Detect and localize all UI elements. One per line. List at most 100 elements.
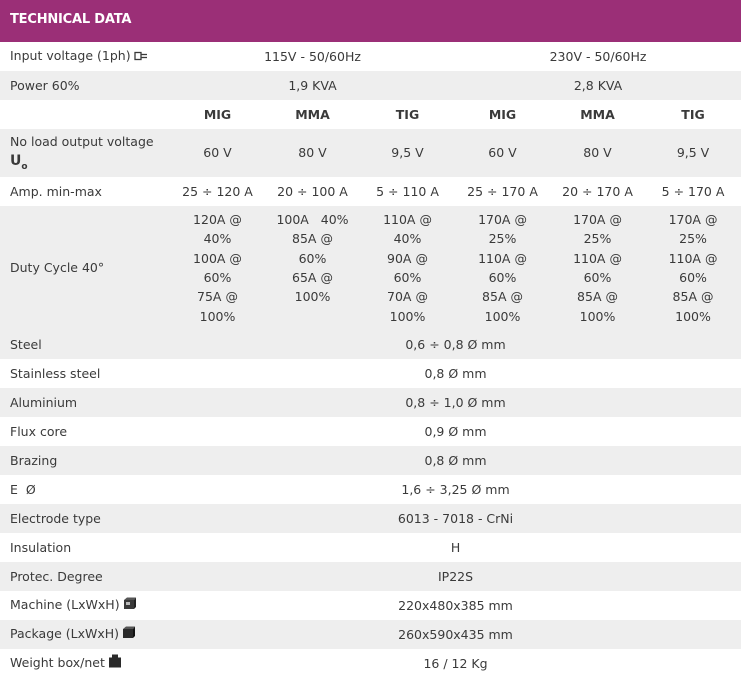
- power-value-1: 1,9 KVA: [288, 77, 337, 93]
- amp-value: 20 ÷ 100 A: [277, 183, 348, 199]
- duty-line: 120A @: [193, 212, 242, 228]
- row-value: 260x590x435 mm: [398, 626, 513, 642]
- row-value: 0,8 Ø mm: [424, 452, 487, 468]
- duty-line: 60%: [393, 270, 422, 285]
- machine-box-icon: [123, 596, 137, 615]
- duty-line: 40%: [393, 231, 422, 247]
- package-dimensions-row: Package (LxWxH) 260x590x435 mm: [0, 620, 741, 649]
- row-value: 220x480x385 mm: [398, 597, 513, 613]
- protection-degree-row: Protec. Degree IP22S: [0, 562, 741, 591]
- duty-line: 60%: [203, 270, 232, 285]
- stainless-steel-row: Stainless steel 0,8 Ø mm: [0, 359, 741, 388]
- row-label: Protec. Degree: [10, 568, 103, 584]
- process-header: TIG: [681, 107, 705, 122]
- row-label: Package (LxWxH): [10, 626, 120, 642]
- electrode-type-row: Electrode type 6013 - 7018 - CrNi: [0, 504, 741, 533]
- plug-icon: [133, 47, 149, 66]
- duty-line: 110A @: [478, 250, 527, 266]
- row-label: Steel: [10, 336, 42, 352]
- no-load-value: 9,5 V: [391, 145, 424, 161]
- duty-line: 60%: [298, 250, 327, 266]
- duty-line: 100%: [294, 289, 331, 305]
- input-voltage-230: 230V - 50/60Hz: [549, 48, 647, 64]
- duty-line: 100%: [199, 308, 236, 324]
- brazing-row: Brazing 0,8 Ø mm: [0, 446, 741, 475]
- duty-cycle-label: Duty Cycle 40°: [10, 260, 105, 276]
- process-header-row: MIG MMA TIG MIG MMA TIG: [0, 100, 741, 129]
- amp-value: 5 ÷ 170 A: [661, 183, 725, 199]
- row-label: Input voltage (1ph): [0, 42, 170, 71]
- steel-row: Steel 0,6 ÷ 0,8 Ø mm: [0, 330, 741, 359]
- duty-line: 65A @: [292, 269, 333, 285]
- duty-line: 110A @: [383, 212, 432, 228]
- process-header: TIG: [395, 107, 420, 122]
- amp-label: Amp. min-max: [10, 183, 102, 199]
- duty-line: 40%: [203, 231, 232, 247]
- input-voltage-115: 115V - 50/60Hz: [264, 48, 361, 64]
- duty-line: 70A @: [387, 289, 428, 305]
- no-load-label-cell: No load output voltage Uo: [0, 129, 170, 177]
- no-load-value: 60 V: [203, 145, 232, 161]
- row-value: 16 / 12 Kg: [423, 655, 488, 671]
- power-value-2: 2,8 KVA: [573, 77, 623, 93]
- amp-value: 25 ÷ 120 A: [182, 183, 253, 199]
- no-load-value: 9,5 V: [676, 145, 710, 161]
- amp-row: Amp. min-max 25 ÷ 120 A 20 ÷ 100 A 5 ÷ 1…: [0, 177, 741, 206]
- duty-line: 25%: [488, 231, 517, 247]
- row-value: 6013 - 7018 - CrNi: [397, 510, 514, 526]
- duty-cycle-cell: 100A 40% 85A @ 60% 65A @ 100%: [265, 206, 360, 330]
- weight-icon: [108, 654, 122, 673]
- aluminium-row: Aluminium 0,8 ÷ 1,0 Ø mm: [0, 388, 741, 417]
- insulation-row: Insulation H: [0, 533, 741, 562]
- row-value: 0,6 ÷ 0,8 Ø mm: [405, 336, 506, 352]
- duty-line: 85A @: [577, 289, 618, 305]
- row-value: 0,8 ÷ 1,0 Ø mm: [405, 394, 506, 410]
- package-box-icon: [122, 625, 136, 644]
- duty-cycle-cell: 170A @ 25% 110A @ 60% 85A @ 100%: [550, 206, 645, 330]
- duty-line: 25%: [583, 231, 612, 247]
- duty-line: 100A 40%: [276, 212, 349, 227]
- row-label-cell: Machine (LxWxH): [0, 591, 170, 620]
- row-label-cell: Package (LxWxH): [0, 620, 170, 649]
- duty-line: 100%: [675, 308, 711, 324]
- row-value: 0,8 Ø mm: [424, 365, 487, 381]
- no-load-label: No load output voltage: [10, 134, 154, 150]
- input-voltage-label: Input voltage (1ph): [10, 48, 131, 64]
- power-row: Power 60% 1,9 KVA 2,8 KVA: [0, 71, 741, 100]
- weight-row: Weight box/net 16 / 12 Kg: [0, 649, 741, 678]
- row-label: Stainless steel: [10, 365, 101, 381]
- duty-line: 100%: [389, 308, 426, 324]
- row-value: 0,9 Ø mm: [424, 423, 487, 439]
- amp-value: 20 ÷ 170 A: [562, 183, 633, 199]
- uo-symbol: Uo: [10, 154, 170, 174]
- duty-line: 85A @: [482, 289, 523, 305]
- process-header: MMA: [580, 107, 615, 122]
- row-label: Insulation: [10, 539, 72, 555]
- duty-line: 60%: [583, 270, 612, 285]
- duty-cycle-cell: 170A @ 25% 110A @ 60% 85A @ 100%: [455, 206, 550, 330]
- duty-line: 25%: [679, 231, 707, 247]
- amp-value: 5 ÷ 110 A: [376, 183, 439, 199]
- duty-line: 170A @: [478, 212, 527, 228]
- row-label: Weight box/net: [10, 655, 105, 671]
- electrode-diameter-row: E Ø 1,6 ÷ 3,25 Ø mm: [0, 475, 741, 504]
- power-label: Power 60%: [10, 77, 80, 93]
- row-value: H: [450, 539, 461, 555]
- duty-cycle-cell: 120A @ 40% 100A @ 60% 75A @ 100%: [170, 206, 265, 330]
- uo-symbol-sub: o: [21, 161, 28, 172]
- input-voltage-row: Input voltage (1ph) 115V - 50/60Hz 230V …: [0, 42, 741, 71]
- no-load-value: 60 V: [488, 145, 517, 161]
- flux-core-row: Flux core 0,9 Ø mm: [0, 417, 741, 446]
- duty-line: 85A @: [672, 289, 714, 305]
- duty-line: 170A @: [668, 212, 718, 228]
- duty-line: 110A @: [668, 250, 718, 266]
- process-header: MIG: [203, 107, 232, 122]
- duty-line: 100%: [484, 308, 521, 324]
- row-label: Flux core: [10, 423, 68, 439]
- duty-cycle-row: Duty Cycle 40° 120A @ 40% 100A @ 60% 75A @ 10…: [0, 206, 741, 330]
- duty-line: 60%: [488, 270, 517, 285]
- row-label: Electrode type: [10, 510, 101, 526]
- duty-line: 90A @: [387, 250, 428, 266]
- row-label: Aluminium: [10, 394, 78, 410]
- empty-cell: [0, 100, 170, 129]
